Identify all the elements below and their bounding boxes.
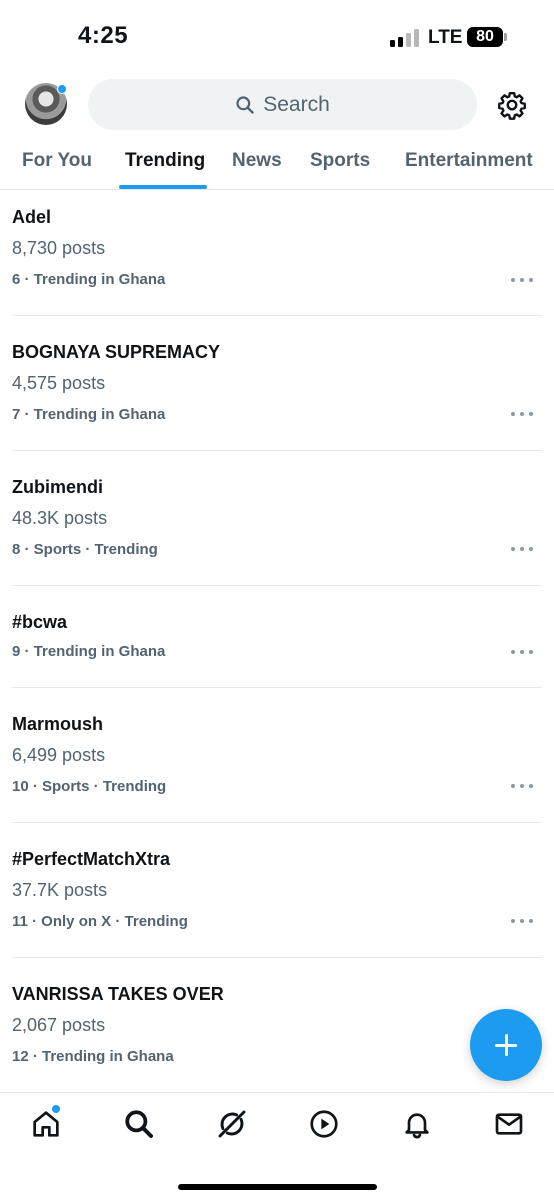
- more-options-icon[interactable]: [511, 546, 533, 552]
- mail-icon[interactable]: [493, 1108, 525, 1140]
- more-options-icon[interactable]: [511, 918, 533, 924]
- trend-item[interactable]: BOGNAYA SUPREMACY 4,575 posts 7 · Trendi…: [0, 316, 554, 450]
- trend-item[interactable]: Zubimendi 48.3K posts 8 · Sports · Trend…: [0, 451, 554, 585]
- bell-icon[interactable]: [401, 1108, 433, 1140]
- more-options-icon[interactable]: [511, 277, 533, 283]
- search-placeholder: Search: [263, 92, 330, 116]
- trend-posts: 48.3K posts: [12, 508, 108, 528]
- trend-item[interactable]: Adel 8,730 posts 6 · Trending in Ghana: [0, 190, 554, 315]
- trend-meta: 6 · Trending in Ghana: [12, 271, 166, 288]
- status-time: 4:25: [78, 22, 129, 49]
- more-options-icon[interactable]: [511, 649, 533, 655]
- trend-meta: 11 · Only on X · Trending: [12, 913, 188, 930]
- trend-name: VANRISSA TAKES OVER: [12, 984, 224, 1004]
- trend-meta: 8 · Sports · Trending: [12, 541, 158, 558]
- battery-cap: [504, 33, 507, 41]
- trend-item[interactable]: #bcwa 9 · Trending in Ghana: [0, 586, 554, 687]
- home-notification-dot: [52, 1105, 60, 1113]
- trend-name: BOGNAYA SUPREMACY: [12, 342, 221, 362]
- trend-name: Marmoush: [12, 714, 104, 734]
- tab-sports[interactable]: Sports: [310, 150, 370, 172]
- home-indicator: [178, 1184, 377, 1190]
- video-icon[interactable]: [308, 1108, 340, 1140]
- trend-name: Zubimendi: [12, 477, 103, 497]
- compose-button[interactable]: [470, 1009, 542, 1081]
- search-icon[interactable]: [123, 1108, 155, 1140]
- battery-icon: 80: [467, 27, 503, 47]
- trend-posts: 4,575 posts: [12, 373, 106, 393]
- tab-entertainment[interactable]: Entertainment: [405, 150, 533, 172]
- trend-name: #PerfectMatchXtra: [12, 849, 171, 869]
- trend-name: #bcwa: [12, 612, 68, 632]
- trend-item[interactable]: Marmoush 6,499 posts 10 · Sports · Trend…: [0, 688, 554, 822]
- trend-item[interactable]: VANRISSA TAKES OVER 2,067 posts 12 · Tre…: [0, 958, 554, 1092]
- active-tab-indicator: [119, 185, 207, 189]
- tab-news[interactable]: News: [232, 150, 282, 172]
- battery-level: 80: [476, 28, 494, 45]
- tab-for-you[interactable]: For You: [22, 150, 92, 172]
- more-options-icon[interactable]: [511, 411, 533, 417]
- gear-icon[interactable]: [497, 90, 527, 120]
- trend-meta: 10 · Sports · Trending: [12, 778, 167, 795]
- status-bar: 4:25 LTE 80: [0, 0, 554, 70]
- grok-icon[interactable]: [216, 1108, 248, 1140]
- avatar-notification-dot: [57, 84, 67, 94]
- trend-meta: 7 · Trending in Ghana: [12, 406, 166, 423]
- trend-posts: 8,730 posts: [12, 238, 106, 258]
- trend-meta: 9 · Trending in Ghana: [12, 643, 166, 660]
- search-bar[interactable]: Search: [88, 79, 477, 130]
- trend-posts: 2,067 posts: [12, 1015, 106, 1035]
- trend-name: Adel: [12, 207, 52, 227]
- tab-bar: For You Trending News Sports Entertainme…: [0, 140, 554, 190]
- trend-posts: 37.7K posts: [12, 880, 108, 900]
- network-label: LTE: [428, 27, 463, 48]
- tab-trending[interactable]: Trending: [125, 150, 205, 172]
- more-options-icon[interactable]: [511, 783, 533, 789]
- trend-item[interactable]: #PerfectMatchXtra 37.7K posts 11 · Only …: [0, 823, 554, 957]
- search-icon: [236, 95, 254, 114]
- cellular-signal-icon: [390, 29, 420, 47]
- trend-meta: 12 · Trending in Ghana: [12, 1048, 174, 1065]
- trend-posts: 6,499 posts: [12, 745, 106, 765]
